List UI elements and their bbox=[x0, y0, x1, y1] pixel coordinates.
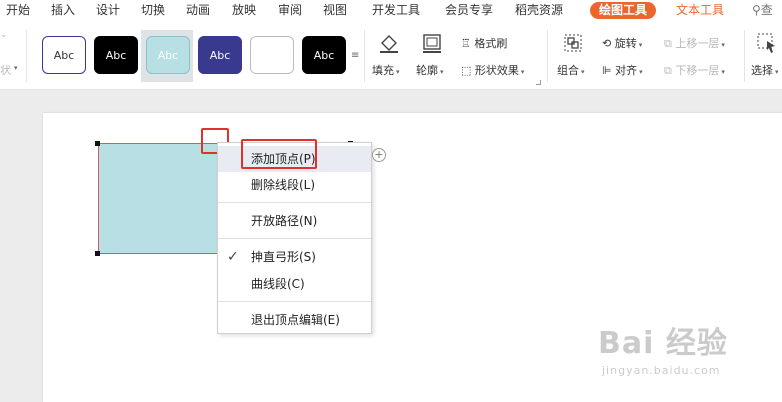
tab-member[interactable]: 会员专享 bbox=[445, 2, 493, 18]
style-swatch-2[interactable]: Abc bbox=[94, 36, 138, 74]
ribbon-left-fragment: 状 bbox=[0, 64, 11, 77]
menu-item-delete-segment[interactable]: 删除线段(L) bbox=[218, 172, 371, 198]
send-backward-button[interactable]: ⧉ 下移一层 ▾ bbox=[664, 62, 725, 78]
gallery-more-icon[interactable]: ≡ bbox=[351, 50, 359, 61]
menu-item-exit-edit-points[interactable]: 退出顶点编辑(E) bbox=[218, 307, 371, 333]
menu-item-straighten-label: 抻直弓形(S) bbox=[251, 250, 316, 264]
rotate-icon: ⟲ bbox=[602, 37, 612, 50]
watermark-url: jingyan.baidu.com bbox=[602, 364, 721, 377]
tab-design[interactable]: 设计 bbox=[96, 2, 120, 18]
watermark-logo: Bai 经验 bbox=[598, 326, 728, 361]
check-icon: ✓ bbox=[227, 249, 239, 265]
menu-item-straighten-segment[interactable]: ✓ 抻直弓形(S) bbox=[218, 244, 371, 270]
fill-bucket-icon bbox=[380, 35, 398, 53]
tab-text-tools[interactable]: 文本工具 bbox=[676, 2, 724, 18]
align-icon: ⊫ bbox=[602, 64, 612, 77]
align-button[interactable]: ⊫ 对齐 ▾ bbox=[602, 62, 643, 78]
bring-forward-button[interactable]: ⧉ 上移一层 ▾ bbox=[664, 35, 725, 51]
group-button[interactable]: 组合 ▾ bbox=[557, 62, 585, 78]
format-painter-button[interactable]: ♖ 格式刷 bbox=[461, 35, 507, 51]
tab-animation[interactable]: 动画 bbox=[186, 2, 210, 18]
style-swatch-5[interactable] bbox=[250, 36, 294, 74]
tab-docer[interactable]: 稻壳资源 bbox=[515, 2, 563, 18]
style-swatch-3[interactable]: Abc bbox=[146, 36, 190, 74]
tab-slideshow[interactable]: 放映 bbox=[232, 2, 256, 18]
tab-view[interactable]: 视图 bbox=[323, 2, 347, 18]
tab-insert[interactable]: 插入 bbox=[51, 2, 75, 18]
style-swatch-6[interactable]: Abc bbox=[302, 36, 346, 74]
menu-item-curved-segment[interactable]: 曲线段(C) bbox=[218, 271, 371, 297]
vertex-handle-bottom-left[interactable] bbox=[95, 251, 100, 256]
bring-forward-icon: ⧉ bbox=[664, 37, 672, 50]
watermark: Bai 经验 jingyan.baidu.com bbox=[598, 318, 728, 377]
outline-icon bbox=[423, 34, 441, 53]
select-button[interactable]: 选择 ▾ bbox=[751, 62, 779, 78]
ribbon-left-arrow: ⌄ bbox=[0, 30, 8, 40]
rotate-button[interactable]: ⟲ 旋转 ▾ bbox=[602, 35, 642, 51]
search-label: 查 bbox=[760, 3, 773, 17]
outline-button[interactable]: 轮廓 ▾ bbox=[416, 62, 444, 78]
tab-drawing-tools[interactable]: 绘图工具 bbox=[590, 2, 657, 19]
tab-review[interactable]: 审阅 bbox=[278, 2, 302, 18]
send-backward-icon: ⧉ bbox=[664, 64, 672, 77]
tab-transition[interactable]: 切换 bbox=[141, 2, 165, 18]
ribbon: ⌄ 状 ▾ Abc Abc Abc Abc Abc ≡ 填充 ▾ 轮廓 ▾ ♖ 格式刷 ⬚ … bbox=[0, 22, 782, 90]
menu-bar: 开始 插入 设计 切换 动画 放映 审阅 视图 开发工具 会员专享 稻壳资源 绘… bbox=[0, 0, 782, 22]
menu-item-open-path[interactable]: 开放路径(N) bbox=[218, 208, 371, 234]
style-swatch-4[interactable]: Abc bbox=[198, 36, 242, 74]
vertex-handle-top-left[interactable] bbox=[95, 141, 100, 146]
tab-start[interactable]: 开始 bbox=[6, 2, 30, 18]
brush-icon: ♖ bbox=[461, 37, 471, 50]
style-swatch-1[interactable]: Abc bbox=[42, 36, 86, 74]
search-icon[interactable]: ⚲查 bbox=[752, 2, 773, 18]
plus-icon[interactable]: + bbox=[372, 148, 386, 162]
shape-effects-button[interactable]: ⬚ 形状效果 ▾ bbox=[461, 62, 524, 78]
tab-developer[interactable]: 开发工具 bbox=[372, 2, 420, 18]
effects-icon: ⬚ bbox=[461, 64, 472, 77]
group-icon bbox=[564, 34, 582, 52]
highlight-box-add-vertex bbox=[241, 139, 317, 169]
vertex-context-menu: 添加顶点(P) 删除线段(L) 开放路径(N) ✓ 抻直弓形(S) 曲线段(C)… bbox=[217, 142, 372, 334]
fill-button[interactable]: 填充 ▾ bbox=[372, 62, 400, 78]
select-pointer-icon bbox=[757, 33, 775, 53]
